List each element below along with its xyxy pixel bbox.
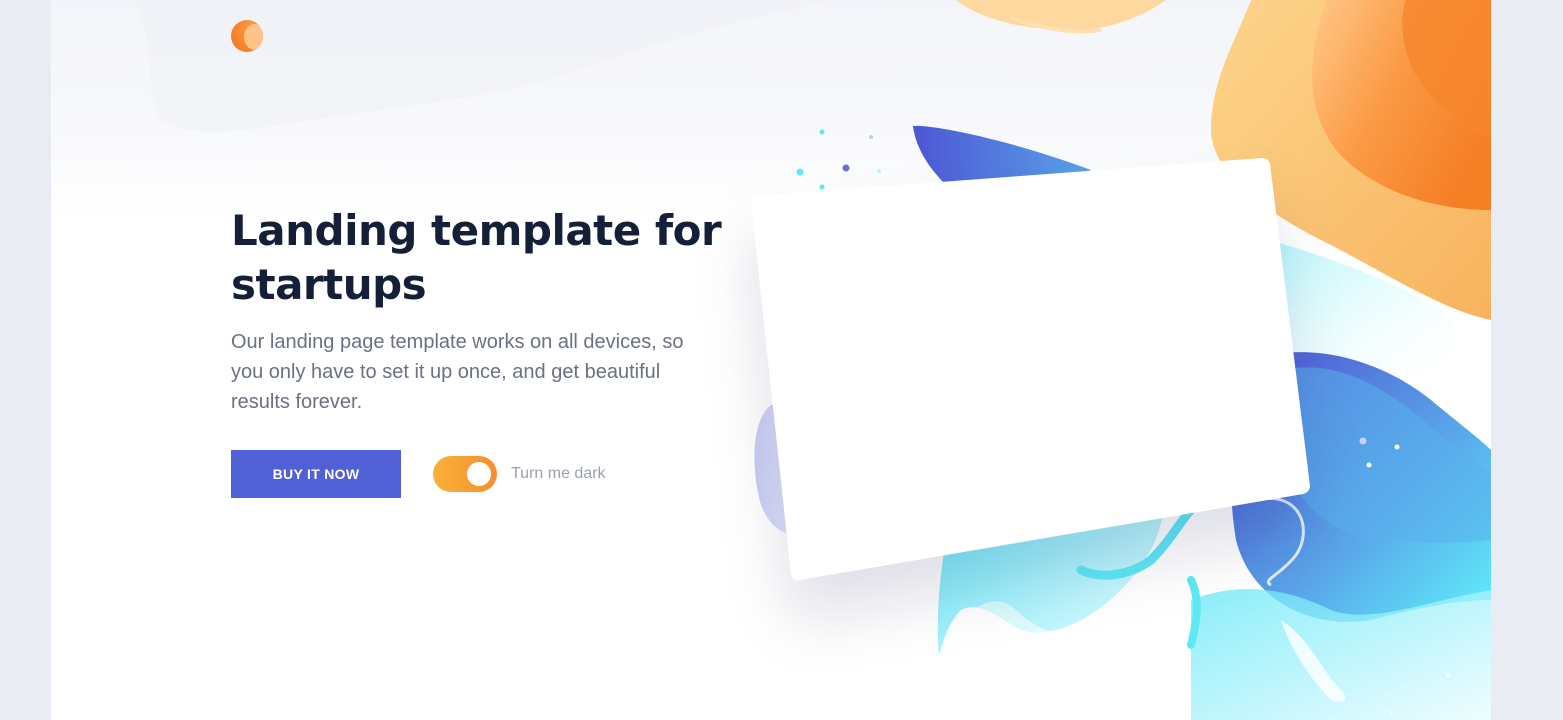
dark-mode-toggle[interactable]: Turn me dark	[433, 456, 606, 492]
page-frame: Landing template for startups Our landin…	[51, 0, 1491, 720]
buy-it-now-button[interactable]: BUY IT NOW	[231, 450, 401, 498]
hero-title: Landing template for startups	[231, 206, 722, 309]
toggle-switch[interactable]	[433, 456, 497, 492]
toggle-knob	[467, 462, 491, 486]
hero-paragraph: Our landing page template works on all d…	[231, 331, 684, 413]
hero-device-card	[751, 158, 1310, 581]
brand-logo-icon[interactable]	[231, 20, 263, 52]
toggle-label[interactable]: Turn me dark	[511, 465, 606, 483]
